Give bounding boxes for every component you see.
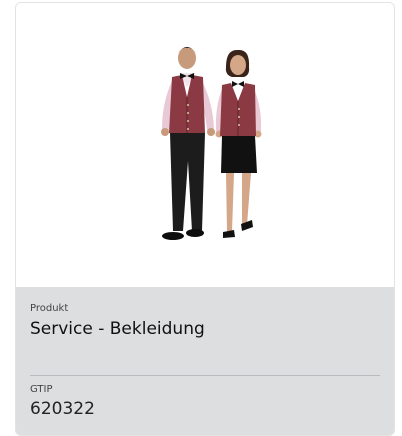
woman-figure	[215, 49, 262, 238]
product-image[interactable]	[16, 3, 394, 287]
info-divider	[30, 375, 380, 376]
man-figure	[161, 47, 215, 240]
product-card[interactable]: Produkt Service - Bekleidung GTIP 620322	[15, 2, 395, 436]
category-label: Produkt	[30, 303, 69, 314]
gtip-value: 620322	[30, 399, 95, 419]
uniform-illustration	[161, 47, 262, 240]
category-value: Service - Bekleidung	[30, 319, 205, 339]
product-info-panel: Produkt Service - Bekleidung GTIP 620322	[16, 287, 394, 435]
gtip-label: GTIP	[30, 384, 53, 395]
